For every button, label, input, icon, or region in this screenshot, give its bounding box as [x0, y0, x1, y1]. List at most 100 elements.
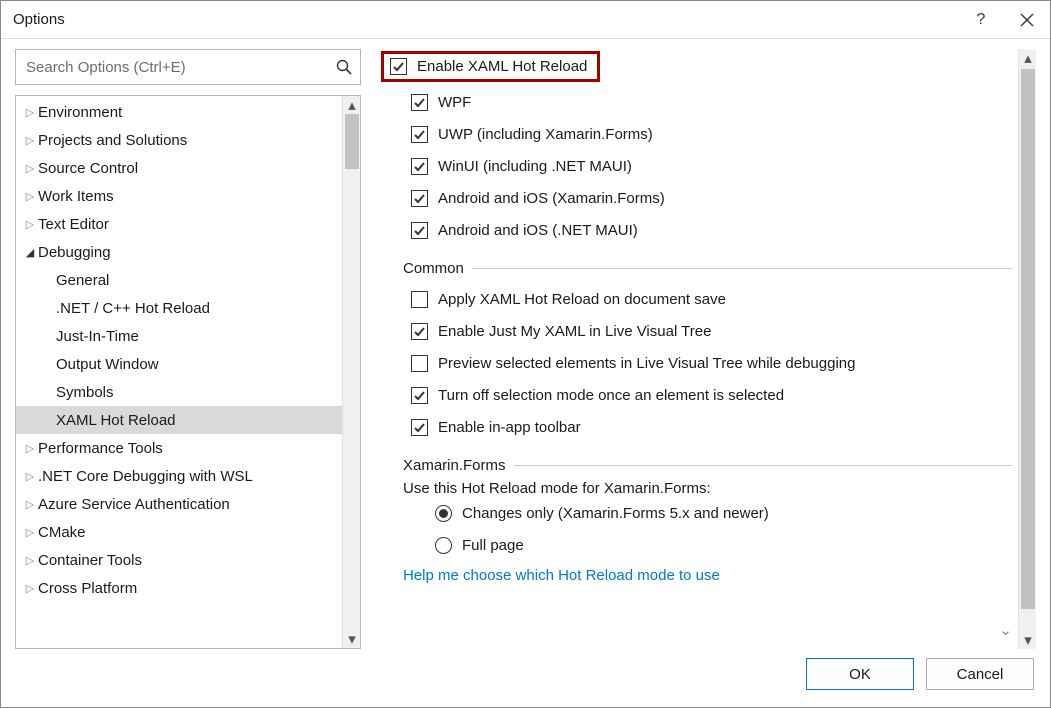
common-option: Enable Just My XAML in Live Visual Tree: [381, 315, 1012, 347]
tree-item[interactable]: ▷Performance Tools: [16, 434, 342, 462]
tree-item-label: Performance Tools: [38, 440, 163, 457]
tree-item-label: Environment: [38, 104, 122, 121]
tree-item[interactable]: ▷Environment: [16, 98, 342, 126]
option-label: Android and iOS (.NET MAUI): [438, 222, 638, 239]
radio-button[interactable]: [435, 505, 452, 522]
xamarin-header-label: Xamarin.Forms: [403, 457, 506, 474]
tree-item-label: .NET Core Debugging with WSL: [38, 468, 253, 485]
common-header-label: Common: [403, 260, 464, 277]
xamarin-mode-option: Full page: [381, 529, 1012, 561]
tree-twisty-icon: ▷: [22, 442, 38, 455]
scrollbar-thumb[interactable]: [1021, 69, 1035, 609]
tree-item[interactable]: Symbols: [16, 378, 342, 406]
option-label: UWP (including Xamarin.Forms): [438, 126, 653, 143]
option-label: Full page: [462, 537, 524, 554]
scrollbar-thumb[interactable]: [345, 114, 359, 169]
tree-item-label: CMake: [38, 524, 86, 541]
enable-hot-reload-label: Enable XAML Hot Reload: [417, 58, 587, 75]
tree-twisty-icon: ▷: [22, 190, 38, 203]
tree-twisty-icon: ◢: [22, 246, 38, 259]
close-button[interactable]: [1004, 1, 1050, 39]
panel-scrollbar[interactable]: ▴ ▾: [1018, 49, 1036, 649]
help-button[interactable]: ?: [958, 1, 1004, 39]
enable-hot-reload-checkbox[interactable]: [390, 58, 407, 75]
tree-twisty-icon: ▷: [22, 498, 38, 511]
ok-button[interactable]: OK: [806, 658, 914, 690]
option-label: WinUI (including .NET MAUI): [438, 158, 632, 175]
platform-option: Android and iOS (.NET MAUI): [381, 214, 1012, 246]
scroll-up-icon[interactable]: ▴: [1019, 49, 1037, 67]
tree-item-label: Source Control: [38, 160, 138, 177]
platform-option: Android and iOS (Xamarin.Forms): [381, 182, 1012, 214]
cancel-button[interactable]: Cancel: [926, 658, 1034, 690]
tree-item-label: Cross Platform: [38, 580, 137, 597]
tree-item[interactable]: ▷Cross Platform: [16, 574, 342, 602]
tree-item[interactable]: ▷Azure Service Authentication: [16, 490, 342, 518]
tree-twisty-icon: ▷: [22, 106, 38, 119]
option-label: Preview selected elements in Live Visual…: [438, 355, 855, 372]
help-link[interactable]: Help me choose which Hot Reload mode to …: [381, 567, 720, 584]
platform-option: WPF: [381, 86, 1012, 118]
radio-button[interactable]: [435, 537, 452, 554]
tree-item-label: Output Window: [56, 356, 159, 373]
search-input[interactable]: [26, 59, 336, 76]
tree-twisty-icon: ▷: [22, 162, 38, 175]
tree-item[interactable]: ▷Work Items: [16, 182, 342, 210]
tree-item-label: Work Items: [38, 188, 114, 205]
search-box[interactable]: [15, 49, 361, 85]
xamarin-mode-option: Changes only (Xamarin.Forms 5.x and newe…: [381, 497, 1012, 529]
tree-item[interactable]: General: [16, 266, 342, 294]
checkbox[interactable]: [411, 419, 428, 436]
window-title: Options: [13, 11, 65, 28]
platform-option: WinUI (including .NET MAUI): [381, 150, 1012, 182]
tree-twisty-icon: ▷: [22, 554, 38, 567]
tree-item-label: Azure Service Authentication: [38, 496, 230, 513]
xamarin-section-header: Xamarin.Forms: [381, 457, 1012, 474]
option-label: Apply XAML Hot Reload on document save: [438, 291, 726, 308]
option-label: Turn off selection mode once an element …: [438, 387, 784, 404]
checkbox[interactable]: [411, 126, 428, 143]
tree-item[interactable]: .NET / C++ Hot Reload: [16, 294, 342, 322]
tree-item[interactable]: Just-In-Time: [16, 322, 342, 350]
common-option: Turn off selection mode once an element …: [381, 379, 1012, 411]
search-icon: [336, 59, 352, 75]
common-option: Apply XAML Hot Reload on document save: [381, 283, 1012, 315]
options-tree[interactable]: ▷Environment▷Projects and Solutions▷Sour…: [16, 96, 342, 648]
tree-item-label: .NET / C++ Hot Reload: [56, 300, 210, 317]
scroll-down-icon[interactable]: ▾: [343, 630, 361, 648]
common-option: Preview selected elements in Live Visual…: [381, 347, 1012, 379]
common-section-header: Common: [381, 260, 1012, 277]
checkbox[interactable]: [411, 291, 428, 308]
xamarin-prompt: Use this Hot Reload mode for Xamarin.For…: [381, 480, 1012, 497]
checkbox[interactable]: [411, 158, 428, 175]
checkbox[interactable]: [411, 387, 428, 404]
checkbox[interactable]: [411, 94, 428, 111]
tree-item-label: Debugging: [38, 244, 111, 261]
tree-item[interactable]: Output Window: [16, 350, 342, 378]
checkbox[interactable]: [411, 323, 428, 340]
tree-item[interactable]: ▷Source Control: [16, 154, 342, 182]
scroll-down-icon[interactable]: ▾: [1019, 631, 1037, 649]
tree-item[interactable]: ◢Debugging: [16, 238, 342, 266]
tree-item[interactable]: XAML Hot Reload: [16, 406, 342, 434]
chevron-down-icon[interactable]: ⌄: [999, 621, 1012, 639]
tree-item[interactable]: ▷Text Editor: [16, 210, 342, 238]
tree-item-label: Projects and Solutions: [38, 132, 187, 149]
tree-item-label: Just-In-Time: [56, 328, 139, 345]
option-label: Changes only (Xamarin.Forms 5.x and newe…: [462, 505, 769, 522]
tree-twisty-icon: ▷: [22, 526, 38, 539]
scroll-up-icon[interactable]: ▴: [343, 96, 361, 114]
titlebar: Options ?: [1, 1, 1050, 39]
tree-twisty-icon: ▷: [22, 134, 38, 147]
checkbox[interactable]: [411, 190, 428, 207]
tree-item[interactable]: ▷.NET Core Debugging with WSL: [16, 462, 342, 490]
tree-item[interactable]: ▷Container Tools: [16, 546, 342, 574]
tree-item[interactable]: ▷CMake: [16, 518, 342, 546]
tree-item[interactable]: ▷Projects and Solutions: [16, 126, 342, 154]
tree-scrollbar[interactable]: ▴ ▾: [342, 96, 360, 648]
option-label: Enable Just My XAML in Live Visual Tree: [438, 323, 711, 340]
tree-item-label: General: [56, 272, 109, 289]
tree-twisty-icon: ▷: [22, 470, 38, 483]
checkbox[interactable]: [411, 222, 428, 239]
checkbox[interactable]: [411, 355, 428, 372]
